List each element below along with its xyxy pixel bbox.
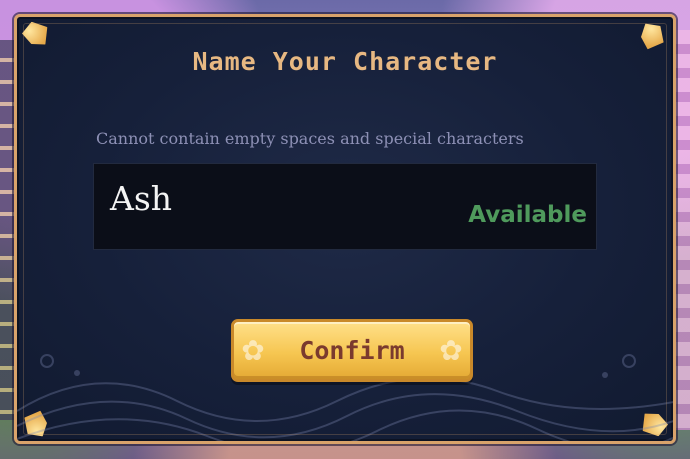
availability-status: Available	[468, 201, 587, 228]
name-hint-text: Cannot contain empty spaces and special …	[96, 129, 524, 148]
flower-icon: ✿	[241, 334, 265, 367]
name-input-value: Ash	[110, 179, 173, 218]
name-character-dialog: Name Your Character Cannot contain empty…	[14, 14, 676, 444]
corner-leaf-icon	[19, 17, 52, 50]
dialog-title: Name Your Character	[192, 47, 498, 76]
flower-icon: ✿	[439, 334, 463, 367]
confirm-button[interactable]: ✿ Confirm ✿	[231, 319, 473, 382]
character-name-input[interactable]: Ash Available	[93, 163, 597, 250]
confirm-button-label: Confirm	[299, 336, 405, 365]
